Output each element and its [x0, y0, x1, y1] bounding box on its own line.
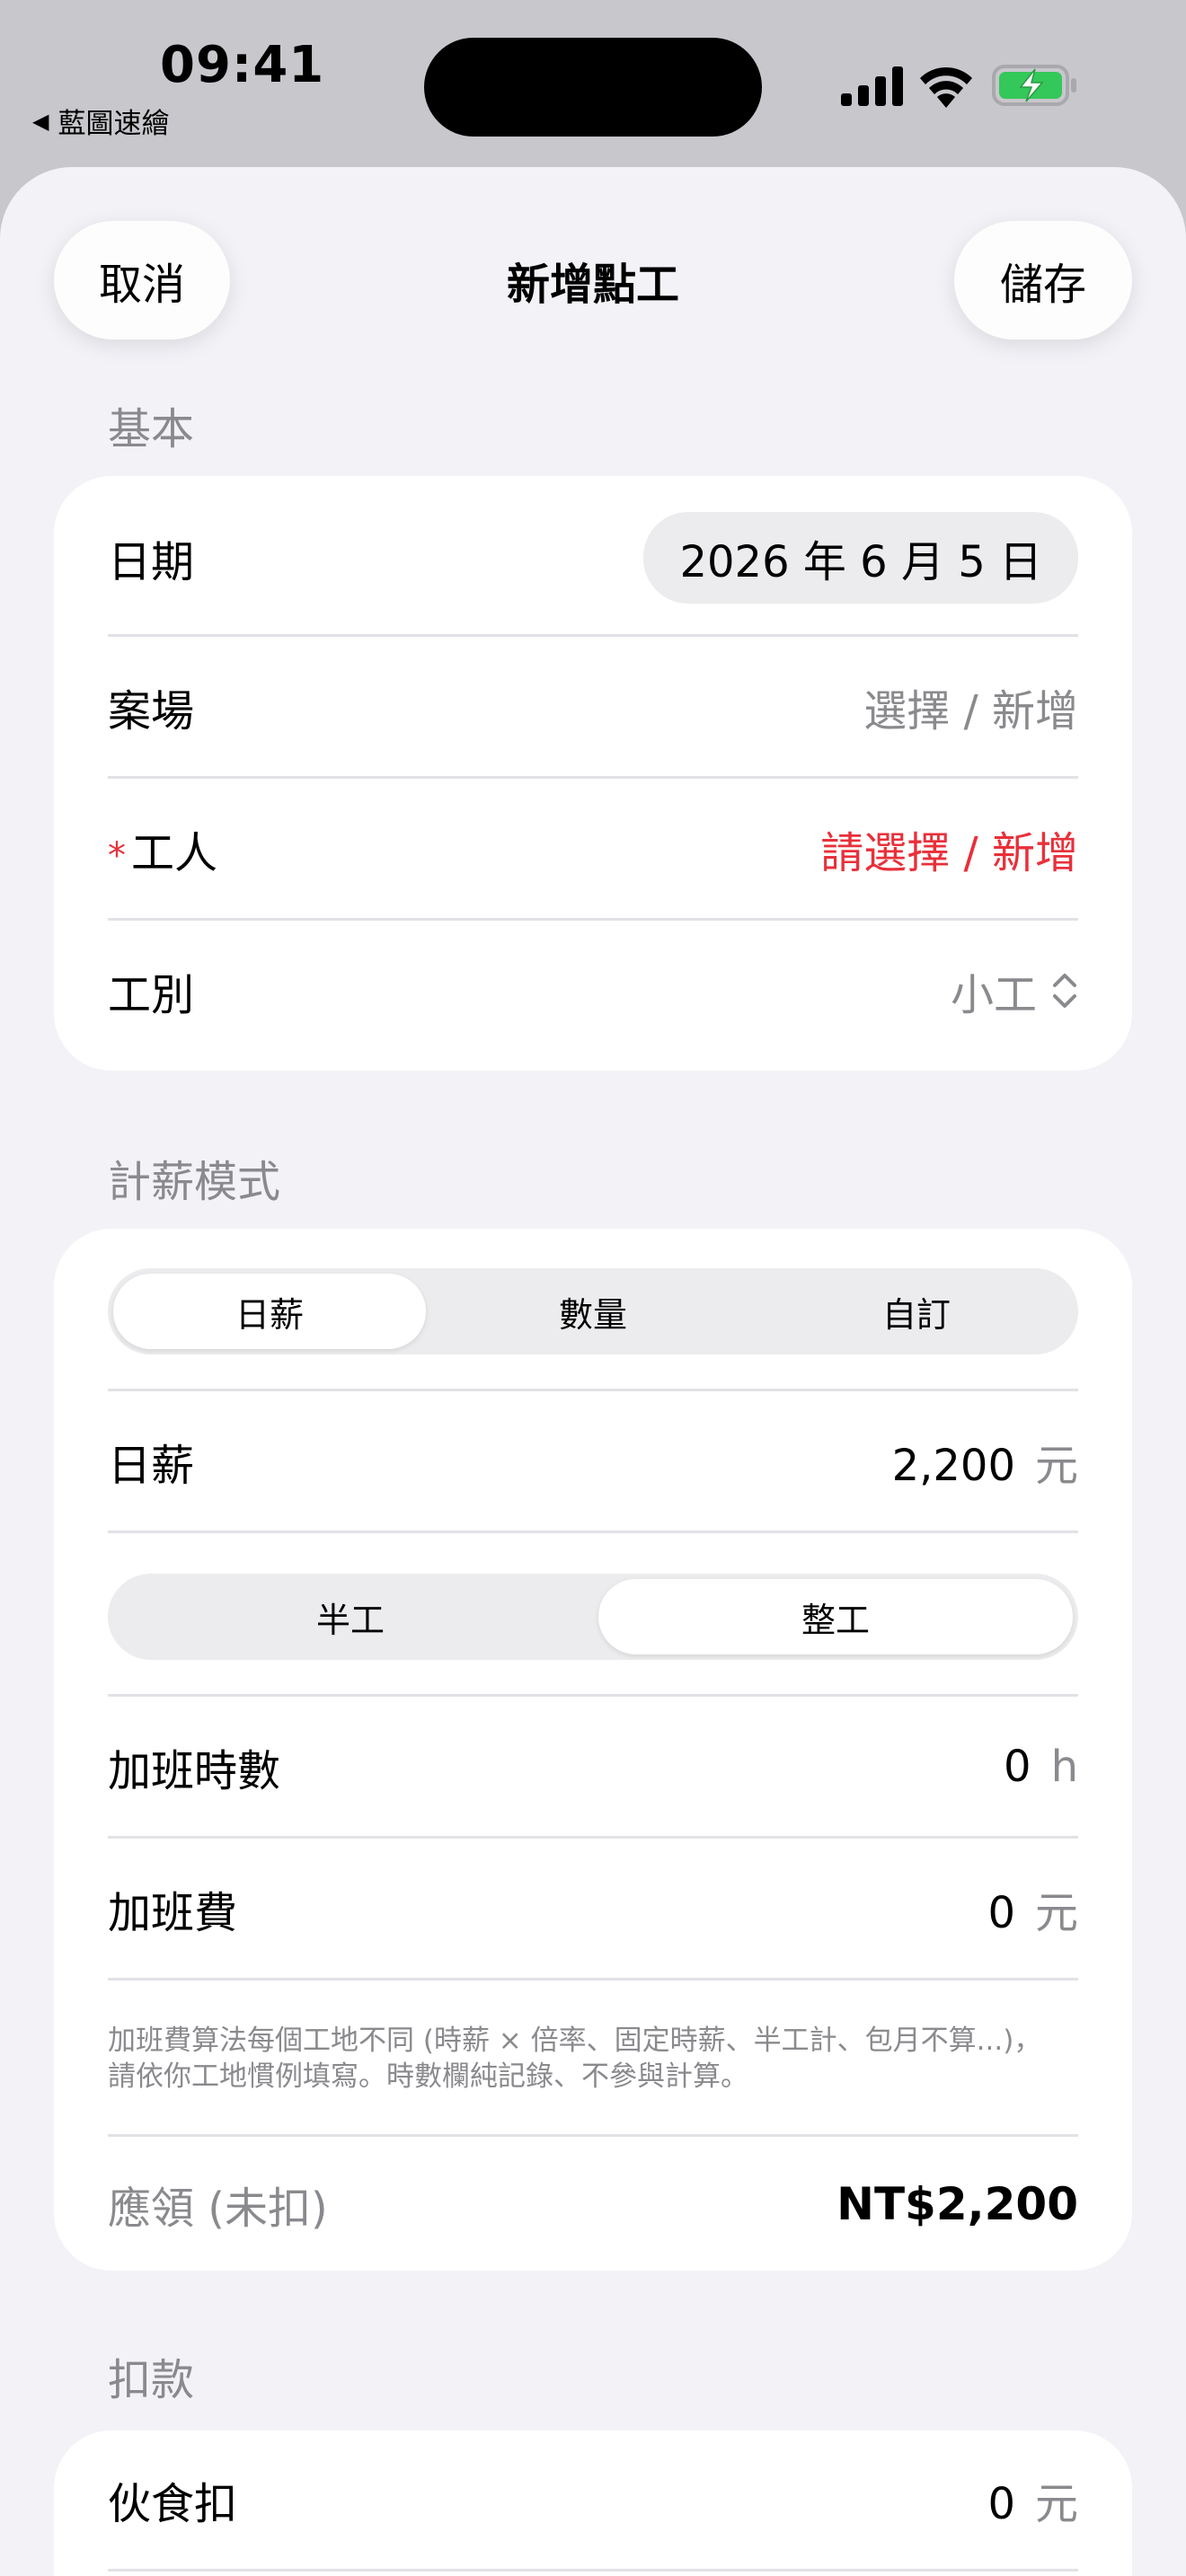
site-select[interactable]: 選擇 / 新增 — [863, 675, 1078, 738]
divider — [108, 2569, 1078, 2572]
overtime-pay-label: 加班費 — [108, 1888, 238, 1938]
date-row: 日期 2026 年 6 月 5 日 — [108, 512, 1078, 604]
divider — [108, 634, 1078, 637]
daily-wage-label: 日薪 — [108, 1441, 195, 1491]
divider — [108, 1531, 1078, 1533]
required-mark: * — [108, 835, 126, 877]
trade-row[interactable]: 工別 小工 — [108, 922, 1078, 1060]
note-line: 加班費算法每個工地不同 (時薪 × 倍率、固定時薪、半工計、包月不算...)， — [108, 2025, 1042, 2057]
back-triangle-icon: ◀ — [32, 108, 49, 134]
note-line: 請依你工地慣例填寫。時數欄純記錄、不參與計算。 — [108, 2060, 748, 2093]
overtime-hours-input[interactable]: 0h — [1004, 1742, 1078, 1792]
segment-half-day[interactable]: 半工 — [113, 1579, 588, 1654]
date-picker-button[interactable]: 2026 年 6 月 5 日 — [643, 512, 1078, 604]
worker-row[interactable]: * 工人 請選擇 / 新增 — [108, 780, 1078, 918]
cancel-button[interactable]: 取消 — [54, 221, 230, 340]
daily-wage-input[interactable]: 2,200 元 — [892, 1430, 1078, 1493]
deductions-card: 伙食扣 0元 — [54, 2430, 1132, 2576]
divider — [108, 2134, 1078, 2137]
overtime-pay-value: 0 — [987, 1888, 1015, 1938]
worker-label: 工人 — [131, 828, 218, 878]
divider — [108, 1694, 1078, 1697]
divider — [108, 918, 1078, 921]
overtime-pay-input[interactable]: 0元 — [987, 1877, 1078, 1940]
date-label: 日期 — [108, 537, 195, 587]
divider — [108, 1978, 1078, 1981]
overtime-help-note: 加班費算法每個工地不同 (時薪 × 倍率、固定時薪、半工計、包月不算...)， … — [108, 2023, 1096, 2095]
section-header-pay-mode: 計薪模式 — [108, 1157, 281, 1207]
back-app-label: 藍圖速繪 — [58, 108, 170, 140]
chevron-up-down-icon — [1053, 974, 1076, 1008]
divider — [108, 1836, 1078, 1839]
meal-deduction-input[interactable]: 0元 — [987, 2468, 1078, 2531]
segment-daily[interactable]: 日薪 — [113, 1274, 426, 1349]
trade-picker[interactable]: 小工 — [951, 959, 1078, 1022]
daily-wage-unit: 元 — [1034, 1441, 1078, 1491]
worker-select[interactable]: 請選擇 / 新增 — [820, 817, 1078, 880]
meal-deduction-value: 0 — [987, 2479, 1015, 2529]
gross-total-label: 應領 (未扣) — [108, 2183, 328, 2234]
pay-mode-card: 日薪 數量 自訂 日薪 2,200 元 半工 整工 加班時數 0h 加班費 0元 … — [54, 1229, 1132, 2271]
daily-wage-value: 2,200 — [891, 1441, 1015, 1491]
gross-total-value: NT$2,200 — [836, 2178, 1078, 2230]
segment-custom[interactable]: 自訂 — [760, 1274, 1073, 1349]
overtime-hours-row: 加班時數 0h — [108, 1698, 1078, 1836]
battery-charging-icon — [992, 65, 1076, 106]
trade-value: 小工 — [950, 970, 1037, 1020]
overtime-pay-unit: 元 — [1034, 1888, 1078, 1938]
overtime-pay-row: 加班費 0元 — [108, 1839, 1078, 1978]
segment-full-day[interactable]: 整工 — [598, 1579, 1073, 1654]
site-row[interactable]: 案場 選擇 / 新增 — [108, 638, 1078, 776]
segment-quantity[interactable]: 數量 — [437, 1274, 749, 1349]
basic-card: 日期 2026 年 6 月 5 日 案場 選擇 / 新增 * 工人 請選擇 / 新… — [54, 476, 1132, 1071]
trade-label: 工別 — [108, 970, 195, 1020]
pay-mode-segmented-control: 日薪 數量 自訂 — [108, 1268, 1078, 1354]
gross-total-row: 應領 (未扣) NT$2,200 — [108, 2138, 1078, 2271]
save-button[interactable]: 儲存 — [954, 221, 1132, 340]
dynamic-island — [424, 38, 762, 137]
site-label: 案場 — [108, 686, 195, 737]
day-type-segmented-control: 半工 整工 — [108, 1574, 1078, 1660]
meal-deduction-label: 伙食扣 — [108, 2479, 238, 2529]
meal-deduction-unit: 元 — [1034, 2479, 1078, 2529]
cellular-signal-icon — [841, 66, 903, 106]
status-bar: 09:41 ◀ 藍圖速繪 — [0, 0, 1186, 171]
form-sheet: 新增點工 取消 儲存 基本 日期 2026 年 6 月 5 日 案場 選擇 / … — [0, 167, 1186, 2576]
section-header-basic: 基本 — [108, 404, 195, 454]
daily-wage-row: 日薪 2,200 元 — [108, 1392, 1078, 1531]
worker-label-group: * 工人 — [108, 817, 217, 880]
divider — [108, 776, 1078, 779]
meal-deduction-row: 伙食扣 0元 — [108, 2430, 1078, 2569]
divider — [108, 1389, 1078, 1391]
section-header-deductions: 扣款 — [108, 2355, 195, 2405]
overtime-hours-unit: h — [1050, 1742, 1078, 1792]
wifi-icon — [920, 66, 972, 108]
overtime-hours-label: 加班時數 — [108, 1746, 281, 1796]
status-time: 09:41 — [160, 36, 325, 94]
back-to-app-link[interactable]: ◀ 藍圖速繪 — [32, 101, 169, 141]
overtime-hours-value: 0 — [1004, 1742, 1031, 1792]
